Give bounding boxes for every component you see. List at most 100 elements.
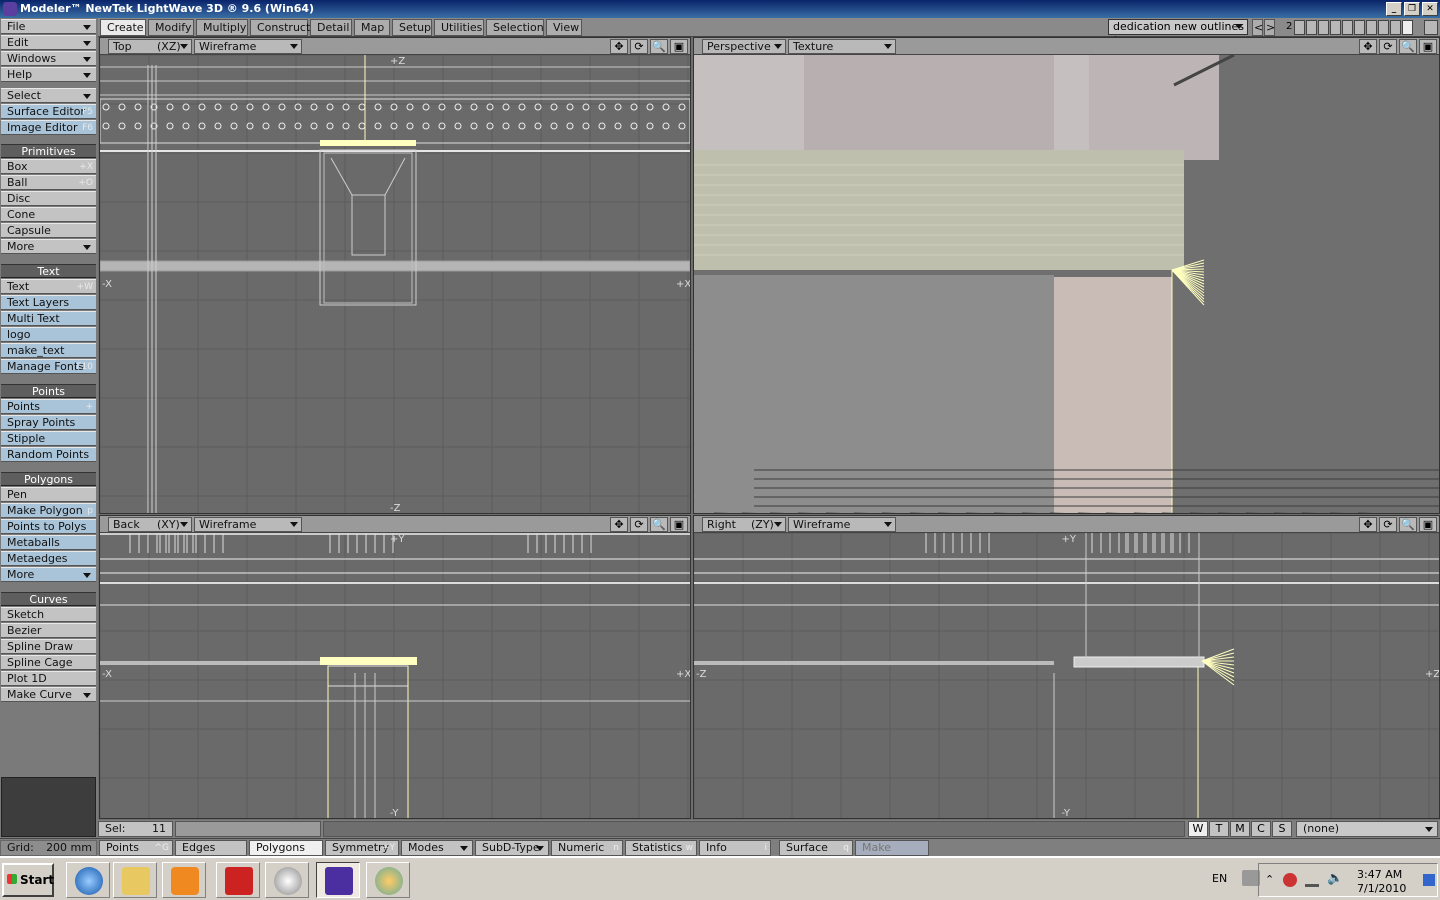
viewport-canvas[interactable]: +Y -Y -Z +Z (694, 532, 1439, 818)
view-toggle-m[interactable]: M (1230, 821, 1250, 837)
render-mode-dropdown[interactable]: Wireframe (194, 39, 302, 54)
windows-menu[interactable]: Windows (1, 51, 96, 66)
image-editor-button[interactable]: Image Editor F6 (1, 120, 96, 135)
view-toggle-w[interactable]: W (1188, 821, 1208, 837)
tool-primitives-cone[interactable]: Cone (1, 207, 96, 222)
start-button[interactable]: Start (2, 863, 54, 897)
tool-curves-bezier[interactable]: Bezier (1, 623, 96, 638)
layer-slot-10[interactable] (1402, 20, 1413, 35)
layer-slot-5[interactable] (1342, 20, 1353, 35)
tab-modify[interactable]: Modify (148, 19, 194, 36)
view-type-dropdown[interactable]: Perspective (702, 39, 786, 54)
view-type-dropdown[interactable]: Back (XY) (108, 517, 192, 532)
tool-curves-plot-1d[interactable]: Plot 1D (1, 671, 96, 686)
tool-primitives-ball[interactable]: Ball +O (1, 175, 96, 190)
taskbar-media-player[interactable] (162, 862, 206, 898)
tool-polygons-make-polygon[interactable]: Make Polygon p (1, 503, 96, 518)
tool-text-manage-fonts[interactable]: Manage Fonts F10 (1, 359, 96, 374)
tab-setup[interactable]: Setup (392, 19, 432, 36)
move-view-icon[interactable]: ✥ (1359, 39, 1377, 54)
layer-dropdown[interactable] (1424, 20, 1438, 35)
layer-slot-8[interactable] (1378, 20, 1389, 35)
tool-text-text[interactable]: Text +W (1, 279, 96, 294)
render-mode-dropdown[interactable]: Wireframe (194, 517, 302, 532)
render-mode-dropdown[interactable]: Texture (788, 39, 896, 54)
scene-layer-dropdown[interactable]: dedication new outlines * (1108, 19, 1248, 47)
layer-slot-1[interactable] (1294, 20, 1305, 35)
viewport-canvas[interactable]: +Z -Z -X +X (100, 54, 690, 513)
statistics-button[interactable]: Statistics w (625, 840, 697, 856)
maximize-view-icon[interactable]: ▣ (1419, 517, 1437, 532)
viewport-canvas[interactable]: +Y -Y -X +X (100, 532, 690, 818)
tool-polygons-points-to-polys[interactable]: Points to Polys (1, 519, 96, 534)
tab-detail[interactable]: Detail (310, 19, 352, 36)
move-view-icon[interactable]: ✥ (1359, 517, 1377, 532)
view-type-dropdown[interactable]: Right (ZY) (702, 517, 786, 532)
symmetry-button[interactable]: Symmetry +Y (325, 840, 399, 856)
viewport-back[interactable]: Back (XY) Wireframe ✥ ⟳ 🔍 ▣ +Y -Y -X +X (99, 515, 691, 819)
modes-button[interactable]: Modes (401, 840, 473, 856)
tab-map[interactable]: Map (354, 19, 390, 36)
zoom-view-icon[interactable]: 🔍 (650, 39, 668, 54)
file-menu[interactable]: File (1, 19, 96, 34)
view-toggle-t[interactable]: T (1209, 821, 1229, 837)
rotate-view-icon[interactable]: ⟳ (630, 39, 648, 54)
viewport-canvas[interactable] (694, 53, 1439, 513)
maximize-view-icon[interactable]: ▣ (670, 39, 688, 54)
clock-time[interactable]: 3:47 AM (1357, 868, 1402, 881)
layer-slot-4[interactable] (1330, 20, 1341, 35)
tool-text-multi-text[interactable]: Multi Text (1, 311, 96, 326)
taskbar-explorer[interactable] (113, 862, 157, 898)
points-button[interactable]: Points ^G (99, 840, 173, 856)
tab-utilities[interactable]: Utilities (434, 19, 484, 36)
tool-polygons-metaballs[interactable]: Metaballs (1, 535, 96, 550)
tab-multiply[interactable]: Multiply (196, 19, 248, 36)
zoom-view-icon[interactable]: 🔍 (650, 517, 668, 532)
help-menu[interactable]: Help (1, 67, 96, 82)
minimize-button[interactable]: _ (1386, 2, 1402, 16)
volume-icon[interactable]: 🔈 (1327, 871, 1343, 886)
language-indicator[interactable]: EN (1212, 872, 1227, 885)
prev-layer-button[interactable]: < (1252, 19, 1263, 36)
tool-primitives-capsule[interactable]: Capsule (1, 223, 96, 238)
tool-polygons-metaedges[interactable]: Metaedges (1, 551, 96, 566)
make-button[interactable]: Make (855, 840, 929, 856)
zoom-view-icon[interactable]: 🔍 (1399, 517, 1417, 532)
polygons-button[interactable]: Polygons ^H (249, 840, 323, 856)
tool-primitives-disc[interactable]: Disc (1, 191, 96, 206)
taskbar-app-compass[interactable] (265, 862, 309, 898)
taskbar-paint[interactable] (366, 862, 410, 898)
viewport-perspective[interactable]: Perspective Texture ✥ ⟳ 🔍 ▣ (693, 37, 1440, 514)
rotate-view-icon[interactable]: ⟳ (630, 517, 648, 532)
surface-button[interactable]: Surface q (779, 840, 853, 856)
clock-date[interactable]: 7/1/2010 (1357, 882, 1406, 895)
expand-tray-icon[interactable]: ⌃ (1265, 873, 1274, 886)
rotate-view-icon[interactable]: ⟳ (1379, 517, 1397, 532)
maximize-view-icon[interactable]: ▣ (1419, 39, 1437, 54)
show-desktop-icon[interactable] (1423, 874, 1435, 886)
tab-create[interactable]: Create (100, 19, 146, 36)
tool-text-text-layers[interactable]: Text Layers (1, 295, 96, 310)
zoom-view-icon[interactable]: 🔍 (1399, 39, 1417, 54)
tool-points-stipple[interactable]: Stipple (1, 431, 96, 446)
taskbar-app-red[interactable] (216, 862, 260, 898)
numeric-button[interactable]: Numeric n (551, 840, 623, 856)
render-mode-dropdown[interactable]: Wireframe (788, 517, 896, 532)
security-alert-icon[interactable] (1283, 873, 1297, 887)
layer-slot-9[interactable] (1390, 20, 1401, 35)
edit-menu[interactable]: Edit (1, 35, 96, 50)
view-toggle-s[interactable]: S (1272, 821, 1292, 837)
tool-curves-spline-draw[interactable]: Spline Draw (1, 639, 96, 654)
tool-text-logo[interactable]: logo (1, 327, 96, 342)
network-icon[interactable] (1305, 873, 1319, 887)
taskbar-internet-explorer[interactable] (66, 862, 110, 898)
layer-slot-2[interactable] (1306, 20, 1317, 35)
viewport-right[interactable]: Right (ZY) Wireframe ✥ ⟳ 🔍 ▣ +Y -Y -Z +Z (693, 515, 1440, 819)
tab-selection[interactable]: Selection (486, 19, 544, 36)
move-view-icon[interactable]: ✥ (610, 39, 628, 54)
edges-button[interactable]: Edges (175, 840, 247, 856)
tool-points-spray-points[interactable]: Spray Points (1, 415, 96, 430)
tool-primitives-box[interactable]: Box +X (1, 159, 96, 174)
tool-text-make-text[interactable]: make_text (1, 343, 96, 358)
tab-view[interactable]: View (546, 19, 582, 36)
